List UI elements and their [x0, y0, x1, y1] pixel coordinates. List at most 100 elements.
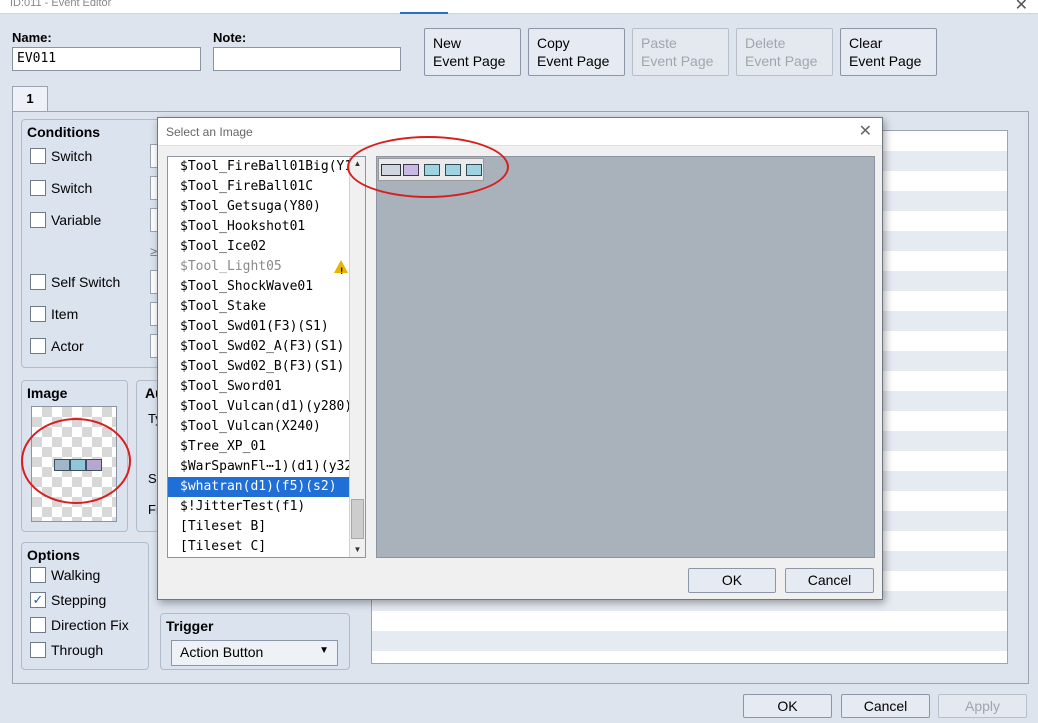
checkbox-label: Item — [51, 306, 79, 322]
image-preview-area[interactable] — [376, 156, 875, 558]
checkbox-label: Direction Fix — [51, 617, 129, 633]
checkbox-label: Actor — [51, 338, 84, 354]
file-item[interactable]: $Tool_Swd02_B(F3)(S1) — [168, 357, 350, 377]
scroll-down-icon[interactable]: ▼ — [350, 543, 365, 557]
window-close-icon[interactable]: ✕ — [1015, 0, 1028, 15]
checkmark-icon: ✓ — [30, 592, 46, 608]
new-event-page-button[interactable]: New Event Page — [424, 28, 521, 76]
checkbox-label: Stepping — [51, 592, 107, 608]
sprite-sheet-preview[interactable] — [378, 158, 484, 181]
file-item[interactable]: [Tileset B] — [168, 517, 350, 537]
file-item[interactable]: $Tool_Swd01(F3)(S1) — [168, 317, 350, 337]
file-item[interactable]: $!JitterTest(f1) — [168, 497, 350, 517]
clear-page-label-1: Clear — [849, 35, 883, 51]
file-item[interactable]: $Tool_ShockWave01 — [168, 277, 350, 297]
file-item[interactable]: $Tool_FireBall01C — [168, 177, 350, 197]
checkbox-box — [30, 148, 46, 164]
window-title: ID:011 - Event Editor — [10, 0, 112, 9]
cancel-button[interactable]: Cancel — [841, 694, 930, 718]
image-title: Image — [27, 385, 68, 401]
checkbox-box — [30, 338, 46, 354]
image-file-list[interactable]: $Tool_FireBall01Big(Y16) $Tool_FireBall0… — [167, 156, 366, 558]
event-image-preview[interactable] — [31, 406, 117, 522]
checkbox-box — [30, 274, 46, 290]
delete-event-page-button[interactable]: Delete Event Page — [736, 28, 833, 76]
dialog-cancel-button[interactable]: Cancel — [785, 568, 874, 593]
select-image-dialog: Select an Image ✕ $Tool_FireBall01Big(Y1… — [157, 117, 883, 600]
file-item[interactable]: $Tool_Vulcan(X240) — [168, 417, 350, 437]
switch1-checkbox[interactable]: Switch — [30, 148, 92, 164]
scroll-up-icon[interactable]: ▲ — [350, 157, 365, 171]
checkbox-box — [30, 567, 46, 583]
character-sprite-icon — [424, 164, 440, 176]
clear-page-label-2: Event Page — [849, 53, 922, 69]
paste-page-label-2: Event Page — [641, 53, 714, 69]
paste-page-label-1: Paste — [641, 35, 677, 51]
dialog-header — [158, 118, 882, 146]
window-titlebar: ID:011 - Event Editor ✕ — [0, 0, 1038, 14]
file-item[interactable]: $Tool_Sword01 — [168, 377, 350, 397]
file-item[interactable]: $Tool_Ice02 — [168, 237, 350, 257]
tab-page-1[interactable]: 1 — [12, 86, 48, 112]
file-item-label: $Tool_Light05 — [180, 259, 282, 274]
checkbox-label: Switch — [51, 148, 93, 164]
file-item-selected[interactable]: $whatran(d1)(f5)(s2) — [168, 477, 350, 497]
file-item[interactable]: $WarSpawnFl⋯1)(d1)(y32) — [168, 457, 350, 477]
apply-button[interactable]: Apply — [938, 694, 1027, 718]
sprite-icon — [86, 459, 102, 471]
file-item[interactable]: $Tool_Vulcan(d1)(y280) — [168, 397, 350, 417]
character-sprite-icon — [466, 164, 482, 176]
checkbox-label: Walking — [51, 567, 101, 583]
note-field[interactable] — [213, 47, 401, 71]
switch2-checkbox[interactable]: Switch — [30, 180, 92, 196]
trigger-title: Trigger — [166, 618, 214, 634]
direction-fix-checkbox[interactable]: Direction Fix — [30, 617, 129, 633]
name-field[interactable]: EV011 — [12, 47, 201, 71]
warning-icon: ! — [334, 260, 348, 277]
file-item[interactable]: $Tool_FireBall01Big(Y16) — [168, 157, 350, 177]
file-item[interactable]: $Tool_Swd02_A(F3)(S1) — [168, 337, 350, 357]
file-item-disabled[interactable]: $Tool_Light05 ! — [168, 257, 350, 277]
paste-event-page-button[interactable]: Paste Event Page — [632, 28, 729, 76]
file-item[interactable]: $Tool_Hookshot01 — [168, 217, 350, 237]
file-item[interactable]: $Tree_XP_01 — [168, 437, 350, 457]
file-item[interactable]: $Tool_Getsuga(Y80) — [168, 197, 350, 217]
ok-button[interactable]: OK — [743, 694, 832, 718]
clear-event-page-button[interactable]: Clear Event Page — [840, 28, 937, 76]
stepping-checkbox[interactable]: ✓ Stepping — [30, 592, 106, 608]
trigger-select[interactable]: Action Button ▼ — [171, 640, 338, 666]
character-sprite-icon — [445, 164, 461, 176]
checkbox-label: Variable — [51, 212, 102, 228]
actor-checkbox[interactable]: Actor — [30, 338, 84, 354]
variable-checkbox[interactable]: Variable — [30, 212, 101, 228]
walking-checkbox[interactable]: Walking — [30, 567, 100, 583]
dialog-title: Select an Image — [166, 125, 253, 139]
sprite-icon — [54, 459, 70, 471]
self-switch-checkbox[interactable]: Self Switch — [30, 274, 120, 290]
checkbox-box — [30, 180, 46, 196]
checkbox-label: Through — [51, 642, 104, 658]
conditions-title: Conditions — [27, 124, 101, 140]
trigger-value: Action Button — [180, 644, 264, 660]
sword-sprite-icon — [381, 164, 401, 176]
options-title: Options — [27, 547, 80, 563]
file-item[interactable]: [Tileset C] — [168, 537, 350, 557]
copy-event-page-button[interactable]: Copy Event Page — [528, 28, 625, 76]
checkbox-box — [30, 306, 46, 322]
item-checkbox[interactable]: Item — [30, 306, 78, 322]
checkbox-box — [30, 642, 46, 658]
new-page-label-2: Event Page — [433, 53, 506, 69]
warning-glyph: ! — [339, 267, 345, 277]
through-checkbox[interactable]: Through — [30, 642, 103, 658]
checkbox-box — [30, 212, 46, 228]
sprite-icon — [70, 459, 86, 471]
scroll-thumb[interactable] — [351, 499, 364, 539]
dialog-close-icon[interactable]: ✕ — [859, 121, 872, 141]
name-label: Name: — [12, 30, 52, 45]
delete-page-label-2: Event Page — [745, 53, 818, 69]
file-item[interactable]: $Tool_Stake — [168, 297, 350, 317]
checkbox-label: Self Switch — [51, 274, 121, 290]
dialog-ok-button[interactable]: OK — [688, 568, 776, 593]
copy-page-label-1: Copy — [537, 35, 570, 51]
file-list-scrollbar[interactable]: ▲ ▼ — [349, 157, 365, 557]
